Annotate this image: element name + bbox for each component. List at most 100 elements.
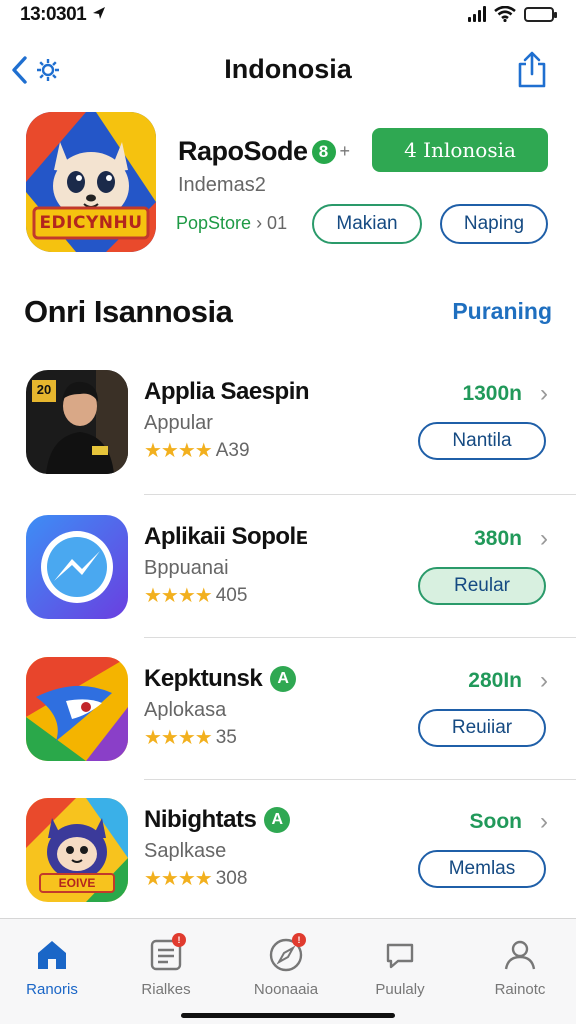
app-action-button[interactable]: Reuiiar <box>418 709 546 747</box>
home-indicator[interactable] <box>181 1013 395 1018</box>
app-category: Saplkase <box>144 840 227 862</box>
divider <box>144 779 576 780</box>
app-size: Soon <box>469 810 523 833</box>
list-item[interactable]: 20 Applia Saespin Appular ★★★★ A39 1300n… <box>24 370 552 500</box>
featured-app-store: PopStore › 01 <box>176 213 287 234</box>
app-icon[interactable]: 20 <box>26 370 128 474</box>
notification-badge: ! <box>292 933 306 947</box>
app-category: Bppuanai <box>144 557 229 579</box>
app-name: Kepktunsk <box>144 665 263 692</box>
app-rating: ★★★★ 35 <box>144 725 237 750</box>
divider <box>144 494 576 495</box>
divider <box>144 637 576 638</box>
location-arrow-icon <box>93 7 106 19</box>
app-title-row: Nibightats A <box>144 806 291 834</box>
wifi-icon <box>494 6 516 22</box>
list-icon: ! <box>146 933 186 975</box>
tab-rialkes[interactable]: ! Rialkes <box>116 933 216 1005</box>
tab-label: Ranoris <box>26 981 78 998</box>
app-name: Nibightats <box>144 806 257 833</box>
page-title: Indonosia <box>224 54 352 84</box>
chat-bubble-icon <box>380 935 420 975</box>
battery-icon <box>524 6 557 22</box>
app-badge: A <box>270 666 297 692</box>
age-rating-plus: + <box>339 141 351 161</box>
tab-label: Puulaly <box>375 981 425 998</box>
cellular-signal-icon <box>468 6 486 22</box>
home-icon <box>32 935 72 975</box>
store-name: PopStore <box>176 213 252 233</box>
tab-rainotc[interactable]: Rainotc <box>470 935 570 1005</box>
star-rating-icon: ★★★★ <box>144 727 213 749</box>
section-header: Onri Isannosia Puraning <box>24 294 552 334</box>
app-rating: ★★★★ A39 <box>144 438 250 463</box>
navigation-bar: Indonosia <box>0 46 576 96</box>
app-title-row: Kepktunsk A <box>144 665 297 693</box>
person-icon <box>500 935 540 975</box>
share-icon <box>518 51 546 88</box>
featured-app-title-row: RapoSode 8 + <box>178 136 350 167</box>
app-name: Applia Saespin <box>144 378 310 405</box>
app-category: Aplokasa <box>144 699 227 721</box>
app-badge: A <box>264 807 291 833</box>
list-item[interactable]: Kepktunsk A Aplokasa ★★★★ 35 280In › Reu… <box>24 657 552 787</box>
messenger-compass-icon <box>26 515 128 619</box>
star-rating-icon: ★★★★ <box>144 585 213 607</box>
app-icon-text: 20 <box>36 382 52 397</box>
tab-noonaaia[interactable]: ! Noonaaia <box>236 933 336 1005</box>
list-item[interactable]: EOIVE Nibightats A Saplkase ★★★★ 308 Soo… <box>24 798 552 928</box>
status-indicators <box>468 6 557 22</box>
star-rating-icon: ★★★★ <box>144 868 213 890</box>
app-rating: ★★★★ 405 <box>144 583 247 608</box>
app-icon[interactable] <box>26 657 128 761</box>
app-action-button[interactable]: Nantila <box>418 422 546 460</box>
app-name: Aplikaii Sopolᴇ <box>144 523 308 550</box>
app-action-button[interactable]: Reular <box>418 567 546 605</box>
rating-count: 308 <box>215 867 248 889</box>
app-title-row: Aplikaii Sopolᴇ <box>144 523 308 551</box>
app-icon[interactable]: EOIVE <box>26 798 128 902</box>
featured-app-subtitle: Indemas2 <box>178 174 266 196</box>
app-icon-text: EOIVE <box>58 876 96 890</box>
featured-app-icon[interactable]: EDICYNHU <box>26 112 156 252</box>
get-app-button[interactable]: 4 Inlonosia <box>372 128 548 172</box>
app-rating: ★★★★ 308 <box>144 866 247 891</box>
tab-ranoris[interactable]: Ranoris <box>2 935 102 1005</box>
status-bar: 13:0301 <box>0 0 576 30</box>
share-button[interactable] <box>514 50 550 90</box>
tab-label: Rainotc <box>494 981 546 998</box>
pill-button-makian[interactable]: Makian <box>312 204 422 244</box>
tab-label: Rialkes <box>141 981 191 998</box>
chevron-right-icon[interactable]: › <box>540 380 548 408</box>
see-all-link[interactable]: Puraning <box>452 298 552 325</box>
compass-icon: ! <box>266 933 306 975</box>
age-rating-badge: 8 <box>311 139 336 164</box>
section-title: Onri Isannosia <box>24 294 233 329</box>
tab-puulaly[interactable]: Puulaly <box>350 935 450 1005</box>
rating-count: A39 <box>215 439 250 461</box>
app-category: Appular <box>144 412 213 434</box>
app-title-row: Applia Saespin <box>144 378 310 406</box>
tab-bar: Ranoris ! Rialkes ! Noonaaia Puulaly Rai… <box>0 918 576 1024</box>
notification-badge: ! <box>172 933 186 947</box>
app-size: 380n <box>474 527 522 550</box>
app-size: 1300n <box>462 382 522 405</box>
chevron-right-icon[interactable]: › <box>540 667 548 695</box>
store-rank: › 01 <box>251 213 288 233</box>
app-action-button[interactable]: Memlas <box>418 850 546 888</box>
app-size: 280In <box>468 669 522 692</box>
app-icon[interactable] <box>26 515 128 619</box>
tab-label: Noonaaia <box>253 981 319 998</box>
status-time: 13:0301 <box>20 4 107 26</box>
list-item[interactable]: Aplikaii Sopolᴇ Bppuanai ★★★★ 405 380n ›… <box>24 515 552 645</box>
rating-count: 405 <box>215 584 248 606</box>
star-rating-icon: ★★★★ <box>144 440 213 462</box>
featured-app: EDICYNHU RapoSode 8 + Indemas2 PopStore … <box>24 110 554 260</box>
bird-logo-icon <box>26 657 128 761</box>
rating-count: 35 <box>215 726 237 748</box>
chevron-right-icon[interactable]: › <box>540 525 548 553</box>
status-time-text: 13:0301 <box>20 4 87 25</box>
chevron-right-icon[interactable]: › <box>540 808 548 836</box>
featured-app-name: RapoSode <box>178 136 308 166</box>
pill-button-naping[interactable]: Naping <box>440 204 548 244</box>
